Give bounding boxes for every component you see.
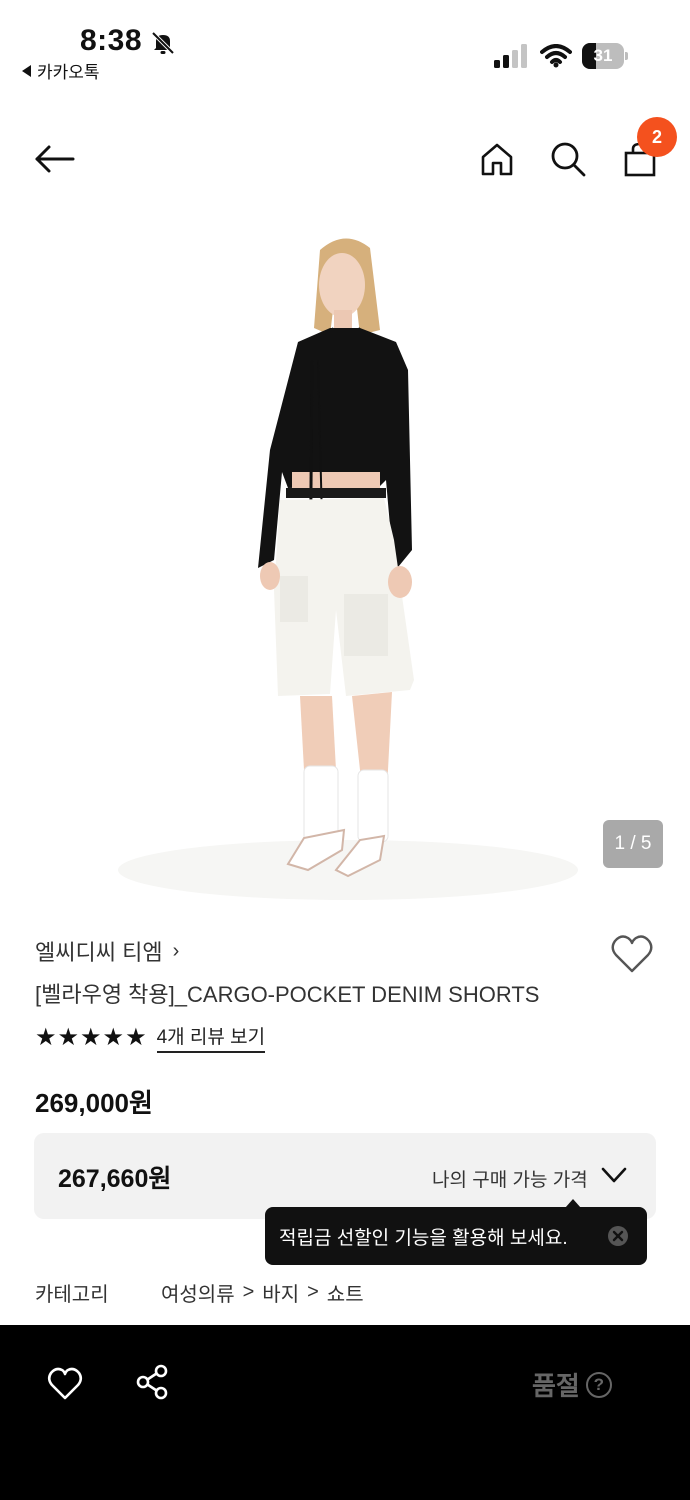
home-icon [481, 143, 513, 176]
product-price: 269,000원 [35, 1088, 153, 1118]
tooltip-text: 적립금 선할인 기능을 활용해 보세요. [279, 1228, 568, 1249]
status-time: 8:38 [80, 24, 143, 57]
my-price-value: 267,660원 [58, 1165, 172, 1193]
wifi-icon [540, 44, 572, 68]
cart-count-badge: 2 [637, 117, 677, 157]
category-label: 카테고리 [35, 1284, 109, 1306]
close-icon[interactable] [608, 1226, 628, 1246]
points-tooltip: 적립금 선할인 기능을 활용해 보세요. [265, 1199, 647, 1265]
cellular-signal-icon [494, 44, 527, 68]
rating-row: ★ ★ ★ ★ ★ 4개 리뷰 보기 [35, 1022, 266, 1053]
star-icon: ★ [80, 1023, 102, 1051]
breadcrumb-item[interactable]: 바지 [262, 1278, 299, 1307]
chevron-right-icon: › [172, 939, 180, 962]
back-triangle-icon [22, 64, 31, 77]
my-price-label: 나의 구매 가능 가격 [432, 1170, 588, 1191]
heart-icon[interactable] [45, 1363, 85, 1403]
share-icon[interactable] [133, 1362, 173, 1402]
search-icon [551, 142, 586, 177]
chevron-right-icon: > [307, 1281, 319, 1303]
back-button[interactable] [30, 134, 80, 184]
category-row: 카테고리 여성의류 > 바지 > 쇼트 [35, 1278, 364, 1307]
bottom-action-bar [0, 1325, 690, 1500]
arrow-left-icon [35, 145, 75, 173]
home-button[interactable] [472, 134, 522, 184]
wishlist-heart-icon[interactable] [608, 930, 656, 978]
battery-indicator: 31 [582, 43, 628, 69]
star-icon: ★ [57, 1023, 80, 1051]
review-link[interactable]: 4개 리뷰 보기 [156, 1022, 266, 1053]
star-icon: ★ [125, 1023, 147, 1051]
product-image[interactable] [98, 210, 592, 900]
sold-out-status: 품절 ? [532, 1366, 612, 1403]
battery-level: 31 [593, 46, 613, 65]
brand-name: 엘씨디씨 티엠 [35, 940, 163, 965]
breadcrumb-item[interactable]: 여성의류 [161, 1278, 235, 1307]
star-icon: ★ [102, 1023, 125, 1051]
back-app-label: 카카오톡 [37, 63, 100, 82]
status-bar: 8:38 카카오톡 31 [0, 0, 690, 90]
bell-muted-icon [151, 31, 175, 55]
help-icon[interactable]: ? [585, 1371, 612, 1398]
sold-out-label: 품절 [532, 1371, 580, 1401]
breadcrumb: 여성의류 > 바지 > 쇼트 [161, 1278, 364, 1307]
chevron-down-icon[interactable] [600, 1163, 628, 1187]
product-name: [벨라우영 착용]_CARGO-POCKET DENIM SHORTS [35, 982, 540, 1007]
image-page-indicator: 1 / 5 [603, 820, 663, 868]
back-to-app-link[interactable]: 카카오톡 [22, 58, 100, 83]
star-icon: ★ [35, 1023, 57, 1051]
search-button[interactable] [543, 134, 593, 184]
rating-stars: ★ ★ ★ ★ ★ [35, 1024, 147, 1052]
breadcrumb-item[interactable]: 쇼트 [327, 1278, 364, 1307]
brand-link[interactable]: 엘씨디씨 티엠 › [35, 935, 179, 967]
chevron-right-icon: > [242, 1281, 255, 1303]
